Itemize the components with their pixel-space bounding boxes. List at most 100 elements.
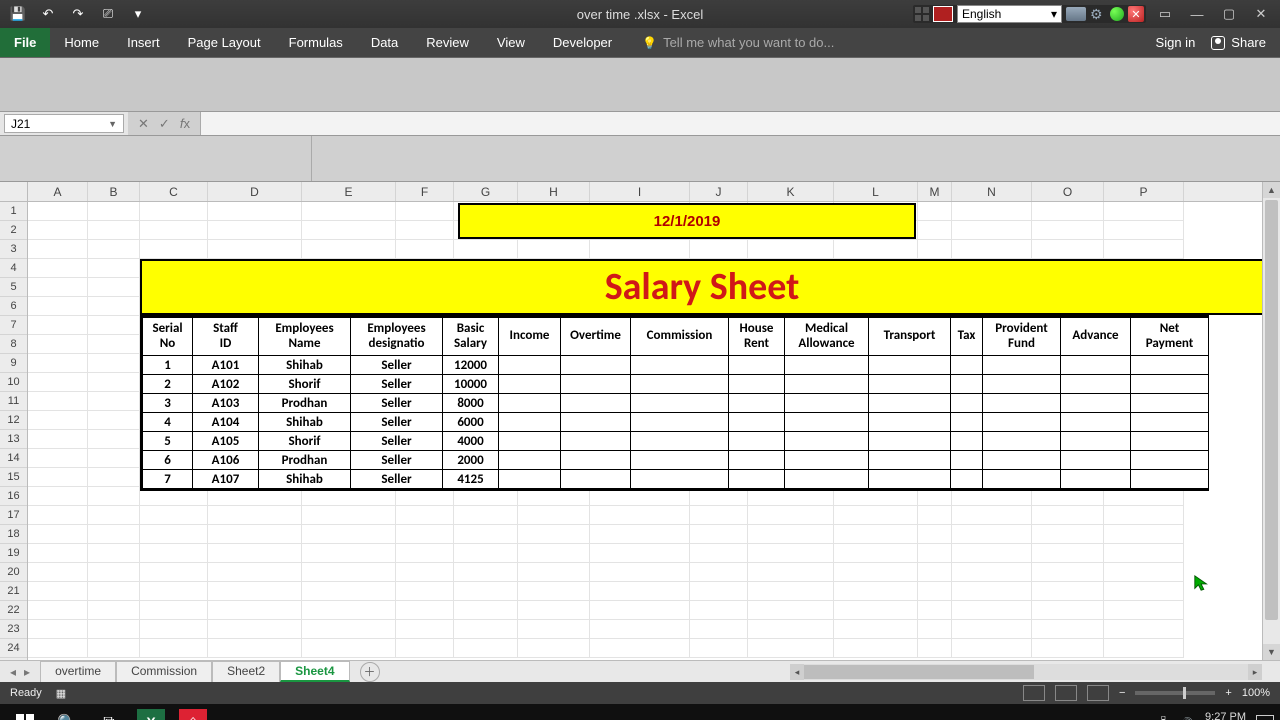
table-cell[interactable] xyxy=(561,394,631,413)
horizontal-scrollbar[interactable]: ◂ ▸ xyxy=(790,664,1262,680)
normal-view-icon[interactable] xyxy=(1023,685,1045,701)
tray-chevron-up-icon[interactable]: ︿ xyxy=(1136,715,1147,720)
table-cell[interactable] xyxy=(1131,451,1209,470)
table-cell[interactable] xyxy=(1061,375,1131,394)
table-cell[interactable] xyxy=(983,432,1061,451)
minimize-button[interactable]: — xyxy=(1184,4,1210,24)
chevron-down-icon[interactable]: ▼ xyxy=(108,119,117,129)
table-cell[interactable] xyxy=(1131,356,1209,375)
gear-icon[interactable]: ⚙ xyxy=(1090,6,1106,22)
table-header[interactable]: Advance xyxy=(1061,318,1131,356)
table-cell[interactable]: Shorif xyxy=(259,432,351,451)
formula-input[interactable] xyxy=(201,112,1280,135)
table-cell[interactable]: Seller xyxy=(351,413,443,432)
row-header[interactable]: 7 xyxy=(0,316,27,335)
tab-home[interactable]: Home xyxy=(50,28,113,57)
tab-next-icon[interactable]: ▸ xyxy=(24,665,30,679)
add-sheet-button[interactable]: ＋ xyxy=(360,662,380,682)
table-cell[interactable]: 3 xyxy=(143,394,193,413)
title-banner[interactable]: Salary Sheet xyxy=(140,259,1262,315)
cancel-icon[interactable]: ✕ xyxy=(138,116,149,132)
row-header[interactable]: 6 xyxy=(0,297,27,316)
table-cell[interactable] xyxy=(561,470,631,489)
table-cell[interactable] xyxy=(729,432,785,451)
hscroll-thumb[interactable] xyxy=(804,665,1034,679)
close-button[interactable]: ✕ xyxy=(1248,4,1274,24)
tray-clock[interactable]: 9:27 PM 6/6/2020 xyxy=(1203,711,1246,720)
table-cell[interactable] xyxy=(561,375,631,394)
table-cell[interactable]: A104 xyxy=(193,413,259,432)
table-cell[interactable] xyxy=(785,394,869,413)
table-cell[interactable] xyxy=(785,356,869,375)
table-cell[interactable]: Seller xyxy=(351,356,443,375)
table-cell[interactable]: Shorif xyxy=(259,375,351,394)
table-cell[interactable]: 5 xyxy=(143,432,193,451)
table-cell[interactable] xyxy=(785,451,869,470)
table-cell[interactable] xyxy=(869,451,951,470)
table-cell[interactable] xyxy=(1061,394,1131,413)
table-cell[interactable] xyxy=(499,432,561,451)
table-header[interactable]: MedicalAllowance xyxy=(785,318,869,356)
table-cell[interactable] xyxy=(1061,413,1131,432)
row-header[interactable]: 21 xyxy=(0,582,27,601)
enter-icon[interactable]: ✓ xyxy=(159,116,170,132)
table-cell[interactable] xyxy=(951,375,983,394)
row-header[interactable]: 14 xyxy=(0,449,27,468)
column-header-H[interactable]: H xyxy=(518,182,590,201)
name-box[interactable]: J21 ▼ xyxy=(4,114,124,133)
zoom-slider[interactable] xyxy=(1135,691,1215,695)
table-cell[interactable] xyxy=(869,394,951,413)
undo-icon[interactable]: ↶ xyxy=(40,6,56,22)
sheet-tab-overtime[interactable]: overtime xyxy=(40,661,116,682)
table-cell[interactable] xyxy=(729,375,785,394)
table-cell[interactable] xyxy=(785,470,869,489)
table-cell[interactable]: Seller xyxy=(351,432,443,451)
table-cell[interactable]: Prodhan xyxy=(259,394,351,413)
share-button[interactable]: Share xyxy=(1211,35,1266,50)
table-cell[interactable] xyxy=(983,413,1061,432)
column-header-O[interactable]: O xyxy=(1032,182,1104,201)
table-header[interactable]: Tax xyxy=(951,318,983,356)
table-cell[interactable]: Seller xyxy=(351,451,443,470)
zoom-out-icon[interactable]: − xyxy=(1119,687,1125,699)
table-cell[interactable] xyxy=(499,470,561,489)
zoom-value[interactable]: 100% xyxy=(1242,687,1270,699)
table-cell[interactable] xyxy=(785,413,869,432)
table-cell[interactable]: 4125 xyxy=(443,470,499,489)
tab-data[interactable]: Data xyxy=(357,28,412,57)
table-cell[interactable] xyxy=(951,394,983,413)
keyboard-icon[interactable] xyxy=(1066,7,1086,21)
table-cell[interactable] xyxy=(631,413,729,432)
table-cell[interactable] xyxy=(983,356,1061,375)
notifications-icon[interactable] xyxy=(1256,715,1274,720)
table-cell[interactable] xyxy=(951,356,983,375)
table-cell[interactable]: Seller xyxy=(351,470,443,489)
table-cell[interactable] xyxy=(1061,451,1131,470)
tab-review[interactable]: Review xyxy=(412,28,483,57)
start-button[interactable] xyxy=(4,707,46,720)
table-header[interactable]: HouseRent xyxy=(729,318,785,356)
taskbar-excel[interactable]: X xyxy=(130,707,172,720)
row-header[interactable]: 8 xyxy=(0,335,27,354)
row-header[interactable]: 9 xyxy=(0,354,27,373)
macro-record-icon[interactable]: ▦ xyxy=(56,687,66,700)
table-cell[interactable] xyxy=(499,451,561,470)
column-header-B[interactable]: B xyxy=(88,182,140,201)
page-layout-view-icon[interactable] xyxy=(1055,685,1077,701)
table-header[interactable]: Transport xyxy=(869,318,951,356)
table-cell[interactable]: Shihab xyxy=(259,356,351,375)
table-cell[interactable]: 4 xyxy=(143,413,193,432)
table-cell[interactable] xyxy=(631,432,729,451)
table-cell[interactable]: 12000 xyxy=(443,356,499,375)
tab-view[interactable]: View xyxy=(483,28,539,57)
table-cell[interactable] xyxy=(1061,470,1131,489)
table-cell[interactable] xyxy=(1061,356,1131,375)
table-header[interactable]: EmployeesName xyxy=(259,318,351,356)
table-cell[interactable] xyxy=(983,375,1061,394)
close-addin-icon[interactable]: ✕ xyxy=(1128,6,1144,22)
table-header[interactable]: SerialNo xyxy=(143,318,193,356)
table-cell[interactable]: Shihab xyxy=(259,413,351,432)
row-header[interactable]: 4 xyxy=(0,259,27,278)
table-cell[interactable] xyxy=(1061,432,1131,451)
table-cell[interactable] xyxy=(729,394,785,413)
